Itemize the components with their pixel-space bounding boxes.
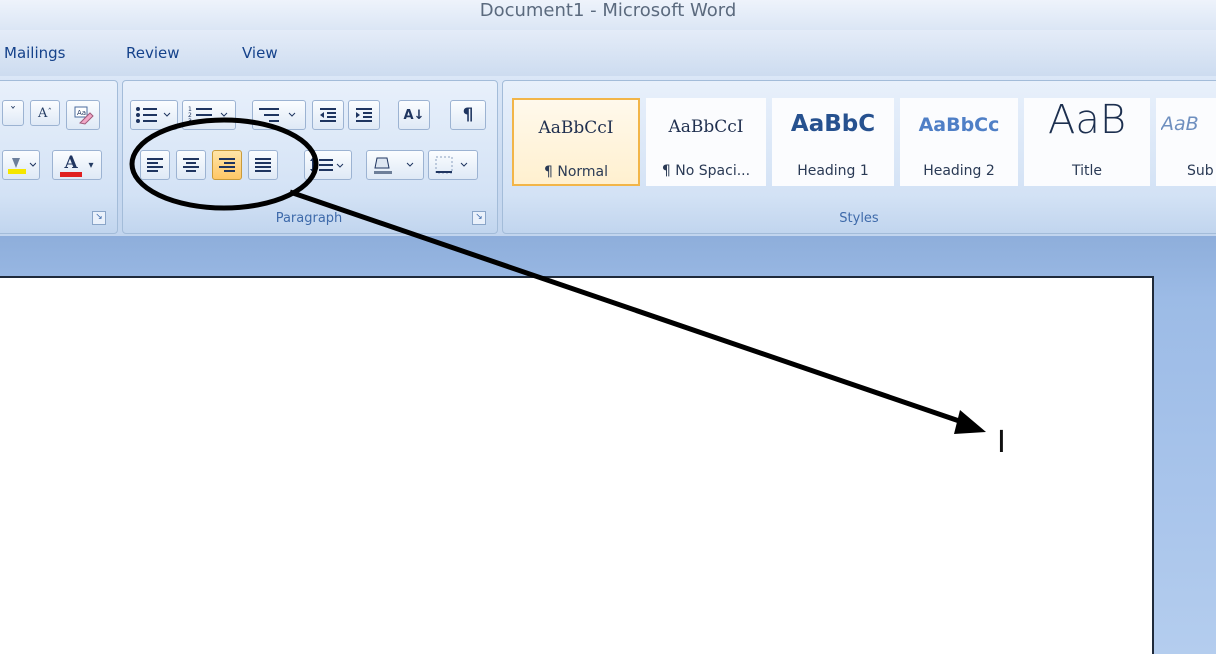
annotation-arrow-head [954, 410, 986, 434]
annotation-overlay [129, 117, 986, 434]
annotation-ellipse [129, 117, 319, 211]
annotation-arrow-line [289, 189, 969, 427]
